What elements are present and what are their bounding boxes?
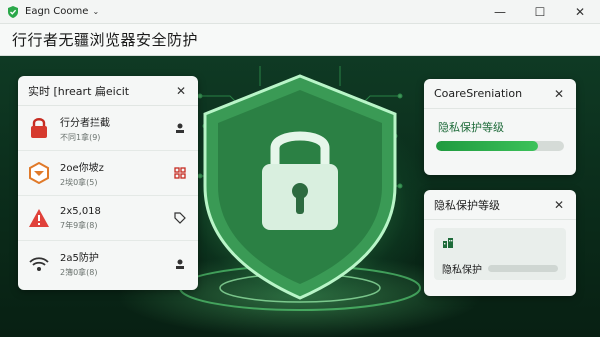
- panel-header: CoareSreniation ✕: [424, 79, 576, 109]
- close-icon[interactable]: ✕: [552, 87, 566, 101]
- panel-title: 实时 [hreart 扁eicit: [28, 84, 130, 98]
- minimize-button[interactable]: —: [480, 0, 520, 24]
- item-subtitle: 2埃0拿(5): [60, 177, 98, 187]
- app-name: Eagn Coome: [25, 6, 89, 17]
- page-title: 行行者无疆浏览器安全防护: [12, 31, 199, 49]
- chevron-down-icon[interactable]: ⌄: [92, 7, 99, 16]
- progress-fill: [436, 141, 539, 151]
- tag-icon[interactable]: [172, 210, 188, 226]
- item-title: 2oe你坡z: [60, 162, 104, 174]
- item-title: 行分者拦截: [60, 117, 110, 129]
- app-header: 行行者无疆浏览器安全防护: [0, 24, 600, 56]
- list-item[interactable]: 2oe你坡z 2埃0拿(5): [18, 151, 198, 196]
- padlock-icon: [28, 117, 50, 139]
- panel-header: 隐私保护等级 ✕: [424, 190, 576, 220]
- user-pin-icon[interactable]: [172, 120, 188, 136]
- list-item[interactable]: 2a5防护 2簿0拿(8): [18, 241, 198, 286]
- list-item[interactable]: 行分者拦截 不同1拿(9): [18, 106, 198, 151]
- panel-title: CoareSreniation: [434, 87, 523, 100]
- close-window-button[interactable]: ✕: [560, 0, 600, 24]
- maximize-button[interactable]: ☐: [520, 0, 560, 24]
- privacy-level-label: 隐私保护等级: [438, 121, 504, 134]
- list-item[interactable]: 2x5,018 7年9拿(8): [18, 196, 198, 241]
- panel-title: 隐私保护等级: [434, 198, 500, 212]
- app-logo-icon: [8, 5, 18, 18]
- close-icon[interactable]: ✕: [552, 198, 566, 212]
- privacy-level-panel: 隐私保护等级 ✕ 隐私保护: [424, 190, 576, 296]
- alert-icon: [28, 207, 50, 229]
- item-subtitle: 7年9拿(8): [60, 220, 98, 230]
- realtime-threat-panel: 实时 [hreart 扁eicit ✕ 行分者拦截 不同1拿(9) 2oe你坡z…: [18, 76, 198, 290]
- privacy-progress-bar: [436, 141, 564, 151]
- privacy-protection-bar: [488, 265, 558, 272]
- grid-icon[interactable]: [172, 165, 188, 181]
- window-controls: — ☐ ✕: [480, 0, 600, 24]
- user-pin-icon[interactable]: [172, 256, 188, 272]
- item-title: 2x5,018: [60, 205, 101, 217]
- privacy-protection-label: 隐私保护: [442, 265, 482, 276]
- window-titlebar: Eagn Coome ⌄ — ☐ ✕: [0, 0, 600, 24]
- item-title: 2a5防护: [60, 253, 99, 264]
- wifi-icon: [28, 253, 50, 275]
- building-icon: [442, 234, 558, 253]
- close-icon[interactable]: ✕: [174, 84, 188, 98]
- item-subtitle: 不同1拿(9): [60, 132, 101, 142]
- item-subtitle: 2簿0拿(8): [60, 268, 98, 277]
- core-status-panel: CoareSreniation ✕ 隐私保护等级: [424, 79, 576, 175]
- panel-header: 实时 [hreart 扁eicit ✕: [18, 76, 198, 106]
- privacy-detail-card: 隐私保护: [434, 228, 566, 280]
- shield-warning-icon: [28, 162, 50, 184]
